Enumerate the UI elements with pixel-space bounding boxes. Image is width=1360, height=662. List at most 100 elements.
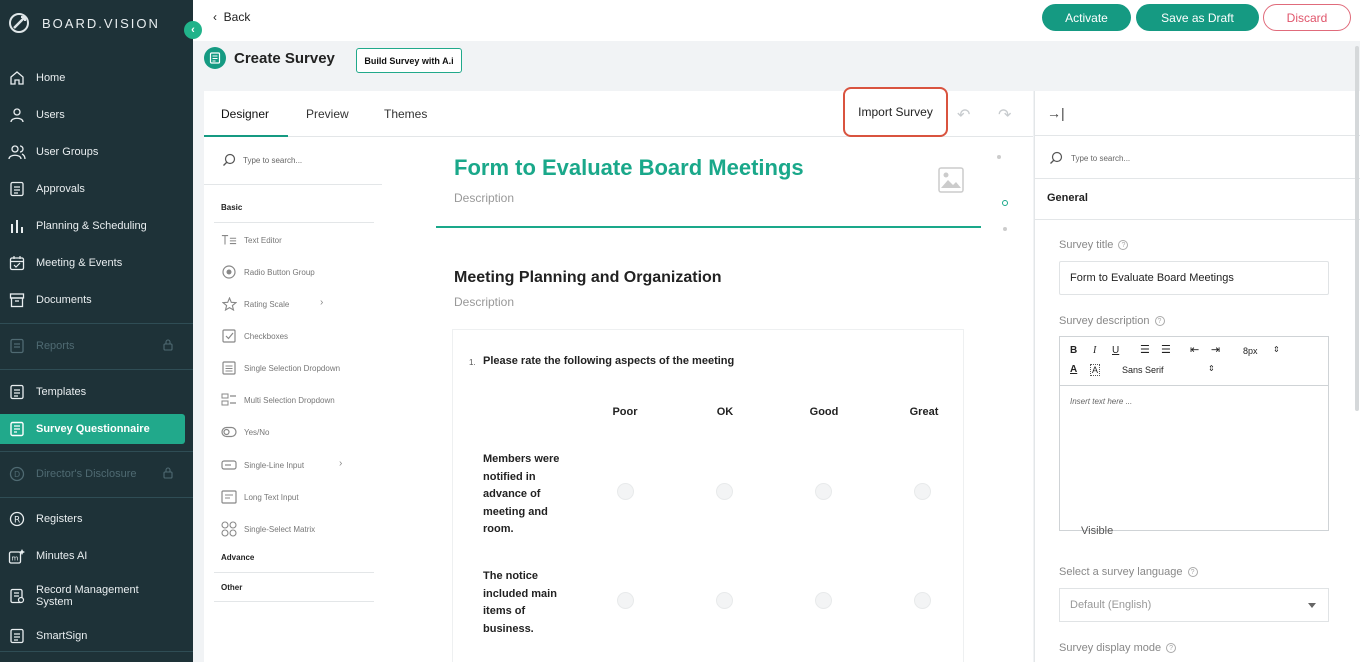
page-header: Create Survey bbox=[204, 47, 335, 69]
toolbox-item-text-editor[interactable]: Text Editor bbox=[221, 233, 282, 247]
question-title[interactable]: Please rate the following aspects of the… bbox=[483, 355, 734, 367]
sidebar-collapse-button[interactable]: ‹ bbox=[184, 21, 202, 39]
general-section-header[interactable]: General bbox=[1047, 192, 1088, 204]
help-icon[interactable]: ? bbox=[1187, 567, 1198, 577]
chevron-updown-icon: ⇕ bbox=[1208, 364, 1215, 373]
survey-title-input[interactable]: Form to Evaluate Board Meetings bbox=[1059, 261, 1329, 295]
highlight-icon[interactable]: A bbox=[1090, 364, 1101, 376]
toolbox-item-checkboxes[interactable]: Checkboxes bbox=[221, 329, 288, 343]
survey-language-select[interactable]: Default (English) bbox=[1059, 588, 1329, 622]
discard-button[interactable]: Discard bbox=[1263, 4, 1351, 31]
indent-icon[interactable]: ⇥ bbox=[1211, 343, 1220, 356]
toolbox-item-matrix[interactable]: Single-Select Matrix bbox=[221, 521, 315, 537]
radio-option[interactable] bbox=[914, 483, 931, 500]
help-icon[interactable]: ? bbox=[1166, 643, 1177, 653]
toolbox-item-single-dropdown[interactable]: Single Selection Dropdown bbox=[221, 361, 340, 375]
label-text: Survey display mode bbox=[1059, 642, 1162, 654]
divider bbox=[0, 369, 193, 370]
activate-button[interactable]: Activate bbox=[1042, 4, 1131, 31]
tab-themes[interactable]: Themes bbox=[384, 107, 427, 121]
help-icon[interactable]: ? bbox=[1118, 240, 1129, 250]
text-color-icon[interactable]: A bbox=[1070, 364, 1077, 375]
approvals-icon bbox=[8, 180, 26, 198]
outdent-icon[interactable]: ⇤ bbox=[1190, 343, 1199, 356]
category-advance[interactable]: Advance bbox=[221, 553, 254, 562]
brand-logo[interactable]: BOARD.VISION bbox=[8, 12, 160, 34]
sidebar-item-meetings[interactable]: Meeting & Events bbox=[0, 248, 193, 278]
build-with-ai-button[interactable]: Build Survey with A.i bbox=[356, 48, 462, 73]
radio-option[interactable] bbox=[914, 592, 931, 609]
home-icon bbox=[8, 69, 26, 87]
toolbox-item-multi-dropdown[interactable]: Multi Selection Dropdown bbox=[221, 393, 335, 407]
toolbox-item-yes-no[interactable]: Yes/No bbox=[221, 425, 270, 439]
chevron-right-icon[interactable]: › bbox=[320, 297, 323, 308]
survey-title[interactable]: Form to Evaluate Board Meetings bbox=[454, 155, 804, 181]
sidebar-item-survey-questionnaire[interactable]: Survey Questionnaire bbox=[0, 414, 185, 444]
question-card[interactable]: 1. Please rate the following aspects of … bbox=[453, 330, 963, 662]
toolbox-item-radio-group[interactable]: Radio Button Group bbox=[221, 265, 315, 279]
section-title[interactable]: Meeting Planning and Organization bbox=[454, 269, 722, 287]
sidebar-item-documents[interactable]: Documents bbox=[0, 285, 193, 315]
collapse-panel-icon[interactable]: →| bbox=[1047, 105, 1065, 121]
nav-dot[interactable] bbox=[1003, 227, 1007, 231]
divider bbox=[1035, 135, 1360, 136]
sidebar-item-minutes-ai[interactable]: m Minutes AI bbox=[0, 541, 193, 571]
radio-option[interactable] bbox=[617, 483, 634, 500]
tab-designer[interactable]: Designer bbox=[221, 107, 269, 121]
radio-option[interactable] bbox=[716, 592, 733, 609]
top-bar: ‹ Back Activate Save as Draft Discard bbox=[193, 0, 1360, 41]
sidebar-item-user-groups[interactable]: User Groups bbox=[0, 137, 193, 167]
sidebar-item-approvals[interactable]: Approvals bbox=[0, 174, 193, 204]
bullet-list-icon[interactable]: ☰ bbox=[1161, 343, 1171, 356]
sidebar-item-planning[interactable]: Planning & Scheduling bbox=[0, 211, 193, 241]
sidebar-item-templates[interactable]: Templates bbox=[0, 377, 193, 407]
logo-icon bbox=[9, 13, 29, 33]
font-size-select[interactable]: 8px bbox=[1243, 346, 1258, 356]
sidebar-item-home[interactable]: Home bbox=[0, 63, 193, 93]
designer-panel: Designer Preview Themes Import Survey ↶ … bbox=[204, 87, 1033, 662]
toolbox-item-label: Long Text Input bbox=[244, 492, 299, 502]
scrollbar[interactable] bbox=[1355, 46, 1359, 411]
sidebar-item-label: Planning & Scheduling bbox=[36, 220, 147, 232]
nav-dot-active[interactable] bbox=[1002, 200, 1008, 206]
toolbox-item-rating-scale[interactable]: Rating Scale bbox=[221, 297, 289, 311]
sidebar-item-record-management[interactable]: Record Management System bbox=[0, 580, 193, 612]
row-label: Members were notified in advance of meet… bbox=[483, 453, 560, 535]
radio-option[interactable] bbox=[815, 483, 832, 500]
toolbox-search[interactable]: Type to search... bbox=[222, 153, 302, 167]
sidebar-item-users[interactable]: Users bbox=[0, 100, 193, 130]
tab-preview[interactable]: Preview bbox=[306, 107, 349, 121]
toolbox-item-single-line[interactable]: Single-Line Input bbox=[221, 458, 304, 472]
ordered-list-icon[interactable]: ☰ bbox=[1140, 343, 1150, 356]
nav-dot[interactable] bbox=[997, 155, 1001, 159]
font-family-select[interactable]: Sans Serif bbox=[1122, 365, 1164, 375]
underline-icon[interactable]: U bbox=[1112, 345, 1119, 356]
description-rich-editor[interactable]: B I U ☰ ☰ ⇤ ⇥ 8px ⇕ A A Sans Serif ⇕ Ins… bbox=[1059, 336, 1329, 531]
category-basic[interactable]: Basic bbox=[221, 203, 242, 212]
bold-icon[interactable]: B bbox=[1070, 345, 1077, 356]
toolbox-item-label: Single Selection Dropdown bbox=[244, 363, 341, 373]
help-icon[interactable]: ? bbox=[1154, 316, 1165, 326]
image-icon[interactable] bbox=[938, 167, 964, 198]
radio-option[interactable] bbox=[815, 592, 832, 609]
radio-option[interactable] bbox=[617, 592, 634, 609]
category-other[interactable]: Other bbox=[221, 583, 242, 592]
sidebar-item-directors-disclosure: D Director's Disclosure bbox=[0, 459, 193, 489]
radio-option[interactable] bbox=[716, 483, 733, 500]
survey-description[interactable]: Description bbox=[454, 191, 514, 205]
editor-placeholder: Insert text here ... bbox=[1070, 397, 1133, 406]
chevron-right-icon[interactable]: › bbox=[339, 458, 342, 469]
toolbox-item-long-text[interactable]: Long Text Input bbox=[221, 490, 299, 504]
section-description[interactable]: Description bbox=[454, 295, 514, 309]
import-survey-button[interactable]: Import Survey bbox=[843, 87, 948, 137]
sidebar-item-smartsign[interactable]: SmartSign bbox=[0, 621, 193, 651]
redo-icon[interactable]: ↷ bbox=[998, 105, 1011, 125]
italic-icon[interactable]: I bbox=[1093, 345, 1096, 356]
sidebar-item-label: SmartSign bbox=[36, 630, 88, 642]
undo-icon[interactable]: ↶ bbox=[957, 105, 970, 125]
back-link[interactable]: ‹ Back bbox=[213, 10, 250, 24]
save-draft-button[interactable]: Save as Draft bbox=[1136, 4, 1259, 31]
properties-search[interactable]: Type to search... bbox=[1049, 151, 1130, 165]
sidebar-item-registers[interactable]: R Registers bbox=[0, 504, 193, 534]
checkbox-icon bbox=[221, 329, 237, 343]
